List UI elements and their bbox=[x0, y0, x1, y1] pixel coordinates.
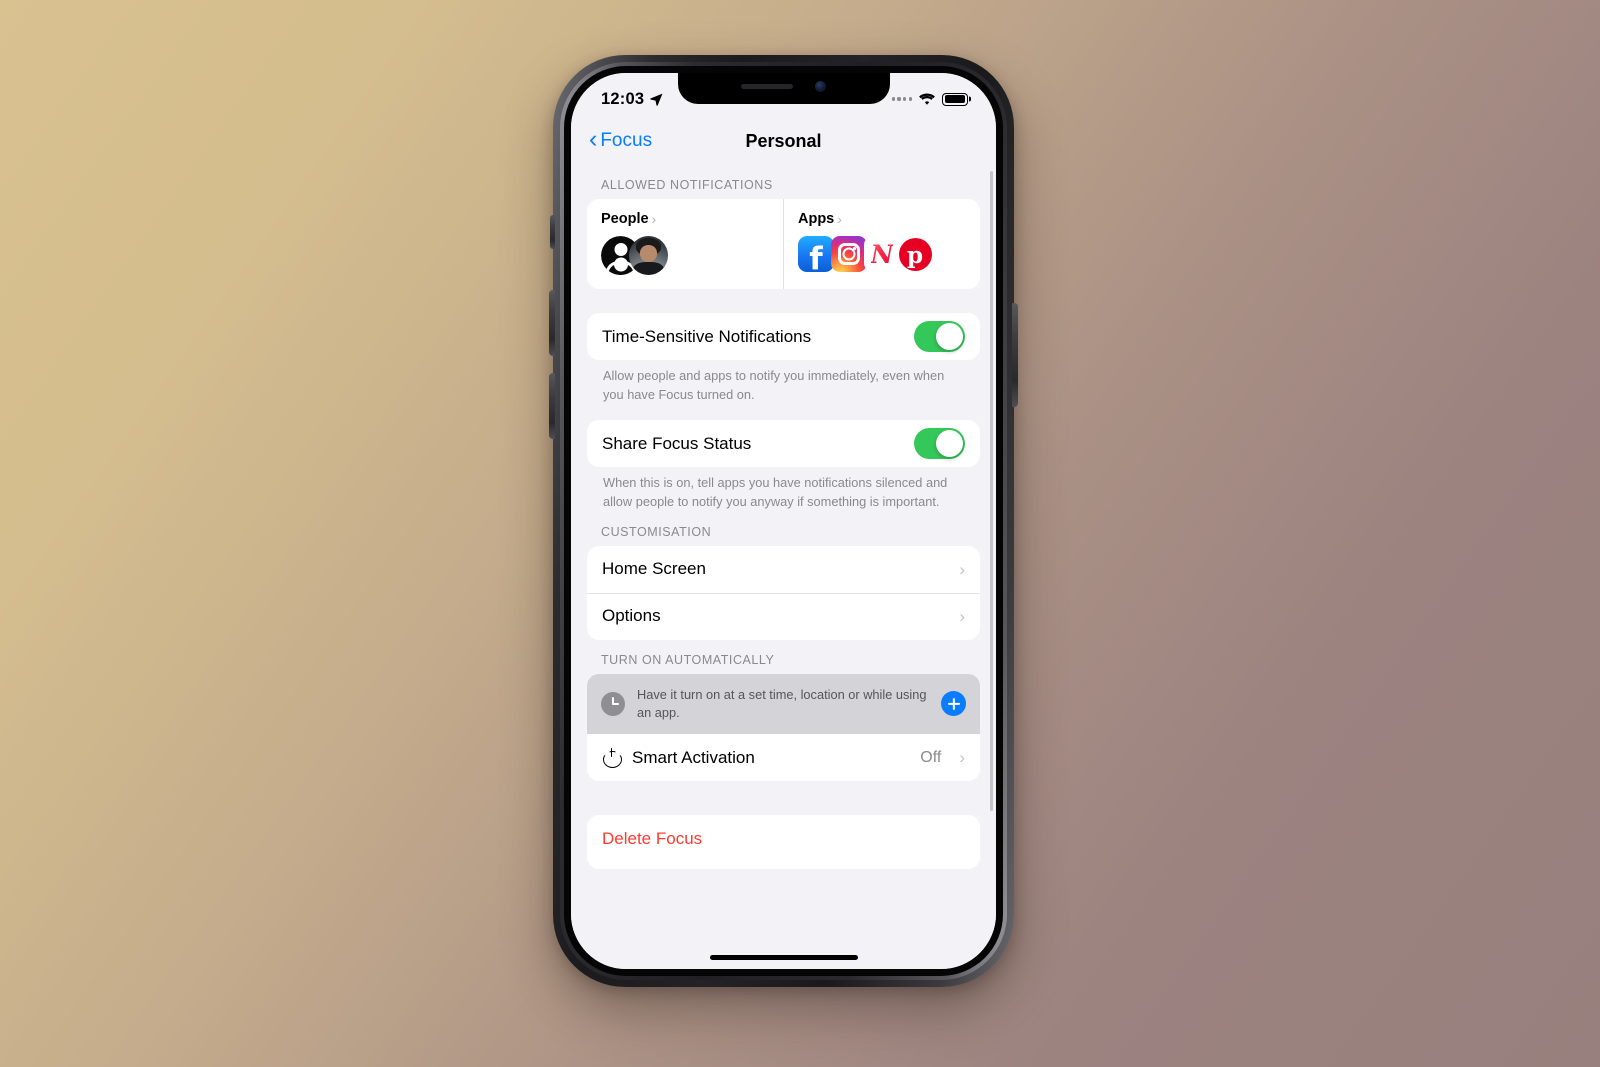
apps-label: Apps bbox=[798, 211, 835, 227]
share-focus-status-label: Share Focus Status bbox=[602, 433, 752, 453]
silent-switch[interactable] bbox=[550, 215, 555, 249]
facebook-app-icon: f bbox=[798, 236, 834, 272]
volume-up-button[interactable] bbox=[549, 290, 555, 356]
front-camera bbox=[815, 81, 826, 92]
home-indicator[interactable] bbox=[709, 954, 858, 960]
share-focus-status-toggle[interactable] bbox=[914, 428, 965, 460]
photo-avatar bbox=[629, 236, 668, 275]
apps-card[interactable]: Apps › f N p bbox=[783, 199, 980, 289]
battery-icon bbox=[942, 92, 968, 106]
home-screen-label: Home Screen bbox=[602, 559, 706, 579]
smart-activation-label: Smart Activation bbox=[632, 747, 755, 767]
instagram-app-icon bbox=[831, 236, 867, 272]
power-button[interactable] bbox=[1012, 303, 1018, 407]
cellular-dots-icon bbox=[891, 97, 912, 101]
back-button[interactable]: ‹ Focus bbox=[589, 125, 653, 153]
smart-activation-row[interactable]: Smart Activation Off › bbox=[587, 734, 980, 781]
people-avatars bbox=[601, 236, 769, 275]
share-focus-status-footnote: When this is on, tell apps you have noti… bbox=[603, 475, 948, 510]
delete-focus-card[interactable]: Delete Focus bbox=[587, 815, 980, 869]
options-row[interactable]: Options › bbox=[587, 593, 980, 640]
iphone-device: 12:03 ‹ Focus Personal ALLOWED NOTIFICAT… bbox=[549, 55, 1018, 987]
people-card-title: People › bbox=[601, 211, 769, 227]
options-label: Options bbox=[602, 606, 661, 626]
people-label: People bbox=[601, 211, 649, 227]
time-sensitive-label: Time-Sensitive Notifications bbox=[602, 326, 812, 346]
home-screen-row[interactable]: Home Screen › bbox=[587, 546, 980, 593]
wifi-icon bbox=[919, 93, 935, 105]
apple-news-app-icon: N bbox=[864, 236, 900, 272]
allowed-app-icons: f N p bbox=[798, 236, 966, 272]
chevron-right-icon: › bbox=[959, 559, 965, 579]
add-schedule-button[interactable] bbox=[941, 691, 966, 717]
allowed-notifications-cards: People › Apps › f N p bbox=[587, 199, 980, 289]
chevron-right-icon: › bbox=[651, 211, 657, 227]
power-icon bbox=[602, 748, 621, 767]
add-schedule-prompt-text: Have it turn on at a set time, location … bbox=[637, 686, 927, 720]
section-header-customisation: CUSTOMISATION bbox=[601, 524, 712, 539]
location-arrow-icon bbox=[650, 93, 663, 106]
chevron-right-icon: › bbox=[959, 748, 965, 767]
share-focus-status-row[interactable]: Share Focus Status bbox=[587, 420, 980, 467]
chevron-right-icon: › bbox=[837, 211, 842, 227]
earpiece-speaker bbox=[741, 84, 793, 89]
vertical-scrollbar[interactable] bbox=[990, 171, 993, 811]
volume-down-button[interactable] bbox=[549, 373, 555, 439]
delete-focus-label[interactable]: Delete Focus bbox=[602, 829, 965, 849]
chevron-left-icon: ‹ bbox=[589, 125, 598, 153]
time-sensitive-row[interactable]: Time-Sensitive Notifications bbox=[587, 313, 980, 360]
apps-card-title: Apps › bbox=[798, 211, 966, 227]
phone-screen: 12:03 ‹ Focus Personal ALLOWED NOTIFICAT… bbox=[571, 73, 996, 969]
people-card[interactable]: People › bbox=[587, 199, 783, 289]
add-schedule-prompt-row[interactable]: Have it turn on at a set time, location … bbox=[587, 673, 980, 734]
pinterest-app-icon: p bbox=[897, 236, 933, 272]
time-sensitive-toggle[interactable] bbox=[914, 321, 965, 352]
chevron-right-icon: › bbox=[959, 606, 965, 626]
clock-icon bbox=[601, 691, 625, 716]
time-sensitive-footnote: Allow people and apps to notify you imme… bbox=[603, 368, 945, 402]
smart-activation-value: Off bbox=[920, 748, 942, 766]
share-focus-status-card: Share Focus Status bbox=[587, 420, 980, 468]
turn-on-automatically-card: Have it turn on at a set time, location … bbox=[587, 673, 980, 781]
section-header-allowed-notifications: ALLOWED NOTIFICATIONS bbox=[601, 178, 773, 192]
time-sensitive-card: Time-Sensitive Notifications bbox=[587, 313, 980, 360]
status-bar-left: 12:03 bbox=[601, 90, 664, 109]
status-bar-time: 12:03 bbox=[601, 89, 645, 108]
notch bbox=[677, 73, 890, 104]
section-header-turn-on-automatically: TURN ON AUTOMATICALLY bbox=[601, 652, 775, 667]
settings-scroll-area[interactable]: ALLOWED NOTIFICATIONS People › Apps › f … bbox=[571, 165, 996, 969]
customisation-card: Home Screen › Options › bbox=[587, 545, 980, 640]
navigation-bar: ‹ Focus Personal bbox=[571, 117, 996, 165]
back-button-label: Focus bbox=[600, 130, 653, 151]
status-bar-right bbox=[891, 92, 968, 106]
